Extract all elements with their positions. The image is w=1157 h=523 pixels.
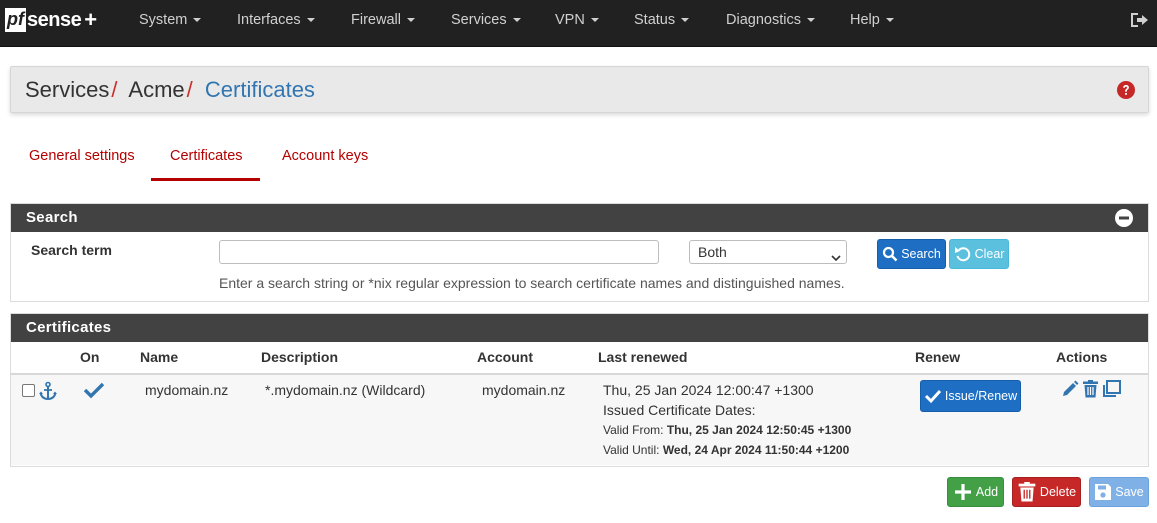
tab-general-settings[interactable]: General settings [29, 148, 135, 164]
search-scope-value: Both [698, 244, 727, 260]
nav-system[interactable]: System [139, 0, 202, 40]
nav-status[interactable]: Status [634, 0, 690, 40]
floppy-disk-icon [1095, 484, 1112, 500]
logo-pf-text: pf [5, 8, 26, 32]
nav-label: Firewall [351, 12, 401, 28]
nav-firewall[interactable]: Firewall [351, 0, 415, 40]
edit-pencil-icon[interactable] [1061, 380, 1079, 401]
page-header: Services/ Acme/ Certificates [10, 66, 1149, 113]
valid-until-value: Wed, 24 Apr 2024 11:50:44 +1200 [662, 443, 850, 457]
row-select-checkbox[interactable] [22, 384, 35, 397]
breadcrumb-services[interactable]: Services [25, 77, 109, 102]
nav-label: Status [634, 12, 676, 28]
nav-label: Diagnostics [726, 12, 801, 28]
tab-certificates[interactable]: Certificates [170, 148, 243, 164]
top-navbar: pf sense + System Interfaces Firewall Se… [0, 0, 1157, 47]
search-icon [883, 246, 898, 262]
caret-down-icon [512, 18, 521, 23]
undo-icon [954, 247, 970, 262]
help-icon[interactable] [1117, 81, 1135, 102]
search-button[interactable]: Search [877, 239, 946, 269]
nav-interfaces[interactable]: Interfaces [237, 0, 315, 40]
pfsense-logo[interactable]: pf sense + [5, 7, 98, 32]
column-header-name: Name [140, 349, 179, 365]
logo-plus-text: + [84, 7, 98, 32]
valid-from-value: Thu, 25 Jan 2024 12:50:45 +1300 [666, 423, 852, 437]
search-panel-heading: Search [11, 204, 1148, 232]
logo-sense-text: sense [27, 8, 82, 31]
caret-down-icon [590, 18, 599, 23]
issue-renew-button[interactable]: Issue/Renew [920, 380, 1021, 412]
cert-name: mydomain.nz [145, 382, 229, 398]
collapse-minus-icon[interactable] [1115, 209, 1133, 237]
column-header-last-renewed: Last renewed [598, 349, 688, 365]
cert-valid-until: Valid Until: Wed, 24 Apr 2024 11:50:44 +… [603, 443, 849, 457]
cert-issued-dates-label: Issued Certificate Dates: [603, 402, 756, 418]
caret-down-icon [193, 18, 202, 23]
add-button[interactable]: Add [947, 477, 1004, 507]
save-button-label: Save [1115, 485, 1144, 499]
column-header-on: On [80, 349, 100, 365]
search-scope-select[interactable]: Both [689, 240, 847, 264]
valid-until-label: Valid Until: [603, 443, 660, 457]
delete-button-label: Delete [1039, 485, 1077, 499]
column-header-actions: Actions [1056, 349, 1108, 365]
breadcrumb-separator: / [111, 77, 118, 102]
add-button-label: Add [975, 485, 999, 499]
nav-label: Services [451, 12, 507, 28]
copy-clone-icon[interactable] [1102, 380, 1122, 401]
enabled-check-icon [83, 381, 105, 402]
certificates-panel-title: Certificates [26, 319, 112, 336]
cert-description: *.mydomain.nz (Wildcard) [265, 382, 426, 398]
delete-trash-icon[interactable] [1082, 380, 1099, 401]
nav-help[interactable]: Help [850, 0, 894, 40]
nav-label: VPN [555, 12, 585, 28]
caret-down-icon [681, 18, 690, 23]
search-help-text: Enter a search string or *nix regular ex… [219, 275, 845, 291]
nav-label: Interfaces [237, 12, 301, 28]
column-header-renew: Renew [915, 349, 961, 365]
search-input[interactable] [219, 240, 659, 264]
breadcrumb-separator: / [186, 77, 193, 102]
caret-down-icon [806, 18, 815, 23]
nav-label: Help [850, 12, 880, 28]
search-term-label: Search term [31, 242, 112, 258]
clear-button-label: Clear [974, 247, 1005, 261]
breadcrumb-acme[interactable]: Acme [128, 77, 184, 102]
plus-icon [954, 484, 971, 500]
breadcrumb: Services/ Acme/ Certificates [25, 77, 315, 103]
nav-services[interactable]: Services [451, 0, 521, 40]
certificates-panel-heading: Certificates [11, 314, 1148, 342]
delete-button[interactable]: Delete [1012, 477, 1081, 507]
tab-account-keys[interactable]: Account keys [282, 148, 368, 164]
search-panel-title: Search [26, 209, 78, 226]
save-button[interactable]: Save [1089, 477, 1149, 507]
check-icon [924, 389, 941, 404]
active-tab-indicator [151, 178, 260, 181]
trash-icon [1018, 482, 1036, 502]
cert-account: mydomain.nz [482, 382, 566, 398]
nav-vpn[interactable]: VPN [555, 0, 599, 40]
column-header-description: Description [261, 349, 339, 365]
logout-icon[interactable] [1129, 11, 1149, 32]
clear-button[interactable]: Clear [949, 239, 1009, 269]
breadcrumb-certificates[interactable]: Certificates [205, 77, 315, 102]
valid-from-label: Valid From: [603, 423, 664, 437]
search-panel: Search Search term Both Search Clear Ent… [10, 203, 1149, 302]
column-header-account: Account [477, 349, 533, 365]
certificates-panel: Certificates On Name Description Account… [10, 313, 1149, 467]
caret-down-icon [885, 18, 894, 23]
chevron-down-icon [831, 247, 841, 269]
issue-renew-label: Issue/Renew [944, 389, 1018, 403]
nav-label: System [139, 12, 188, 28]
caret-down-icon [406, 18, 415, 23]
nav-diagnostics[interactable]: Diagnostics [726, 0, 815, 40]
search-button-label: Search [901, 247, 941, 261]
anchor-icon[interactable] [38, 381, 58, 404]
caret-down-icon [306, 18, 315, 23]
cert-last-renewed: Thu, 25 Jan 2024 12:00:47 +1300 [603, 382, 814, 398]
cert-valid-from: Valid From: Thu, 25 Jan 2024 12:50:45 +1… [603, 423, 851, 437]
